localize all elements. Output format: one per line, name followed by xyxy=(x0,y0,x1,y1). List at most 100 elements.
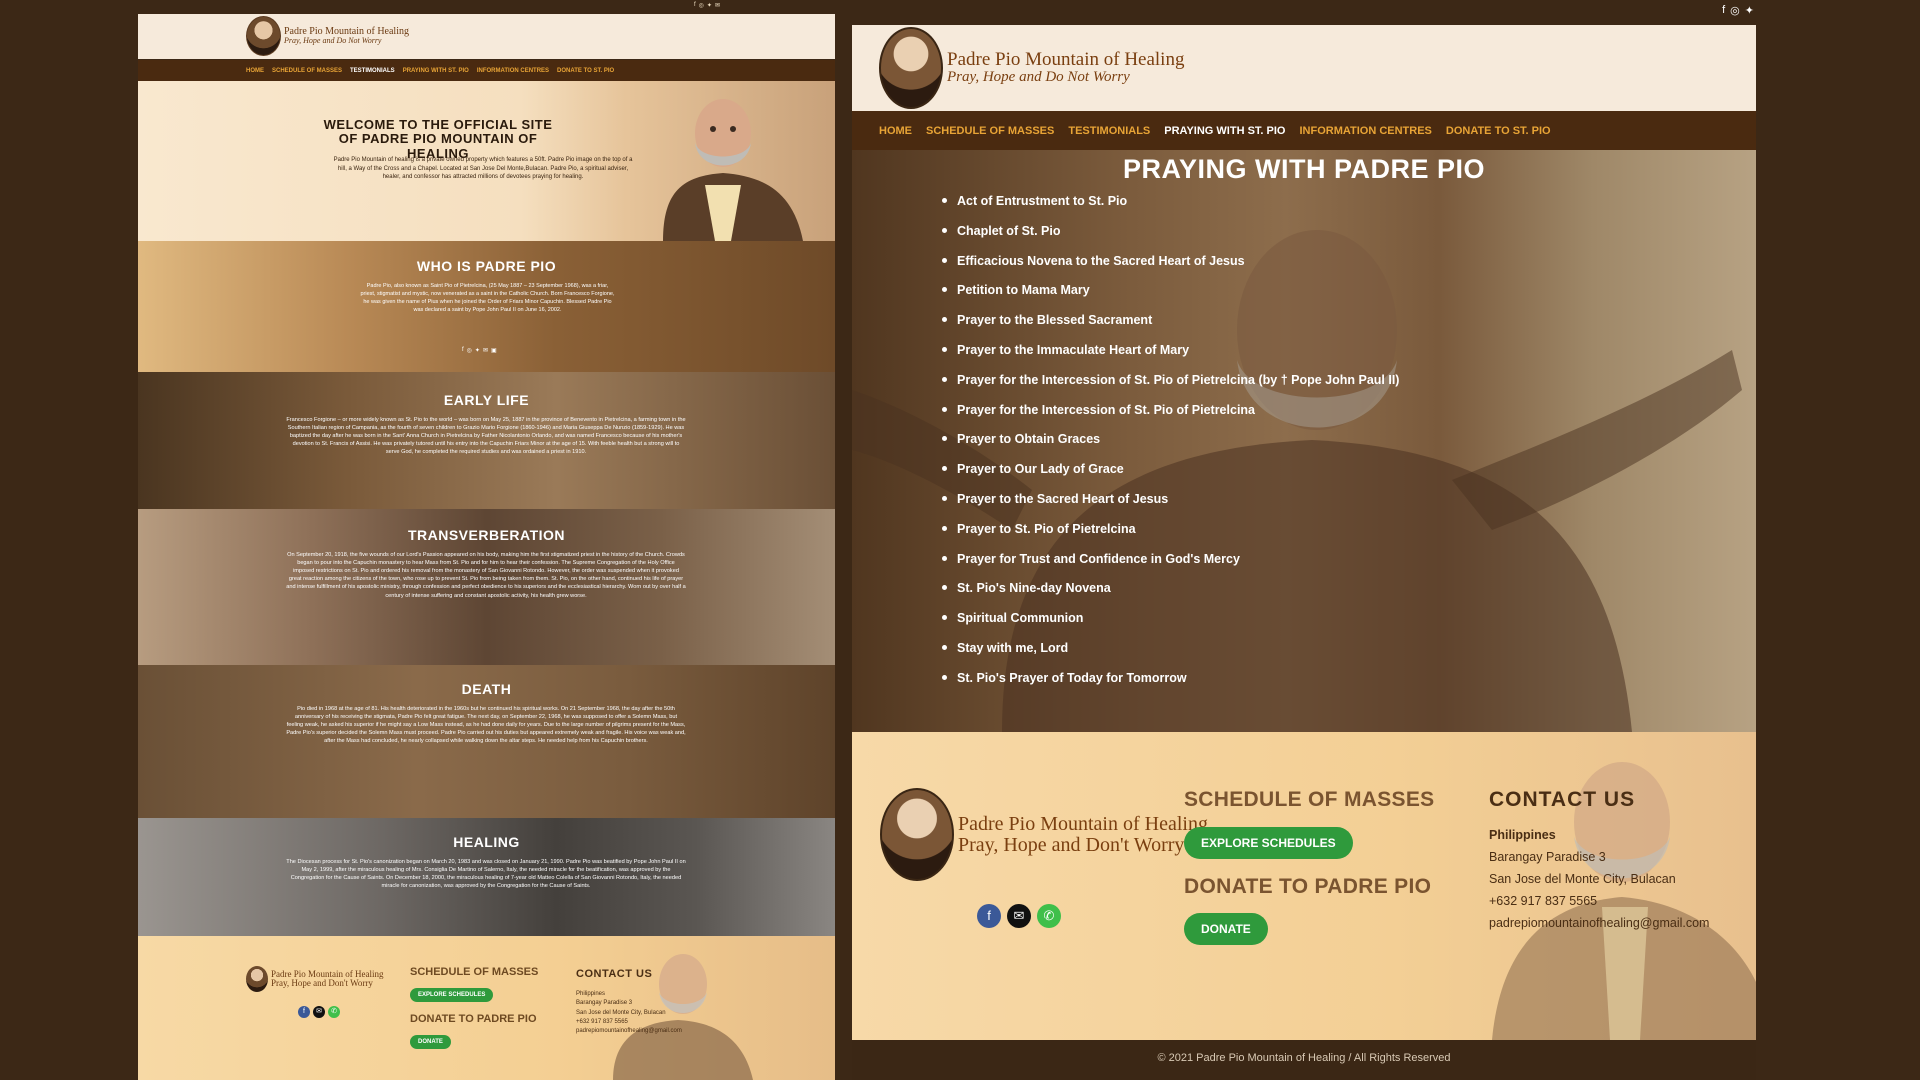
prayers-section: PRAYING WITH PADRE PIO Act of Entrustmen… xyxy=(852,150,1756,732)
who-text: Padre Pio, also known as Saint Pio of Pi… xyxy=(360,283,615,313)
footer-donate-title: DONATE TO PADRE PIO xyxy=(410,1013,537,1025)
nav-praying-with-st-pio[interactable]: PRAYING WITH ST. PIO xyxy=(1164,125,1285,137)
healing-text: The Diocesan process for St. Pio's canon… xyxy=(286,859,686,890)
phone-icon[interactable]: ✆ xyxy=(328,1006,340,1018)
footer-contact-title: CONTACT US xyxy=(1489,788,1636,811)
nav-home[interactable]: HOME xyxy=(879,125,912,137)
contact-barangay: Barangay Paradise 3 xyxy=(576,1000,633,1007)
footer-logo[interactable]: Padre Pio Mountain of Healing Pray, Hope… xyxy=(880,788,1208,881)
right-page-screenshot: f ◎ ✦ Padre Pio Mountain of Healing Pray… xyxy=(852,0,1756,1080)
contact-phone[interactable]: +632 917 837 5565 xyxy=(1489,890,1709,912)
instagram-icon[interactable]: ◎ xyxy=(467,347,472,354)
prayer-link[interactable]: Prayer for the Intercession of St. Pio o… xyxy=(942,401,1399,431)
top-social-bar: f ◎ ✦ ✉ xyxy=(694,2,720,9)
padre-pio-avatar xyxy=(880,788,954,881)
nav-testimonials[interactable]: TESTIMONIALS xyxy=(1068,125,1150,137)
early-life-text: Francesco Forgione – or more widely know… xyxy=(286,417,686,456)
nav-schedule-of-masses[interactable]: SCHEDULE OF MASSES xyxy=(272,68,342,74)
prayer-link[interactable]: Prayer to the Sacred Heart of Jesus xyxy=(942,490,1399,520)
facebook-icon[interactable]: f xyxy=(298,1006,310,1018)
contact-email[interactable]: padrepiomountainofhealing@gmail.com xyxy=(576,1027,682,1036)
facebook-icon[interactable]: f xyxy=(694,2,696,9)
contact-barangay: Barangay Paradise 3 xyxy=(1489,850,1606,864)
contact-email[interactable]: padrepiomountainofhealing@gmail.com xyxy=(1489,912,1709,934)
site-logo[interactable]: Padre Pio Mountain of Healing Pray, Hope… xyxy=(246,16,409,56)
email-icon[interactable]: ✉ xyxy=(1007,904,1031,928)
phone-icon[interactable]: ✆ xyxy=(1037,904,1061,928)
instagram-icon[interactable]: ◎ xyxy=(699,2,704,9)
prayer-link[interactable]: Stay with me, Lord xyxy=(942,639,1399,669)
twitter-icon[interactable]: ✦ xyxy=(475,347,480,354)
email-icon[interactable]: ✉ xyxy=(715,2,720,9)
who-social-links: f ◎ ✦ ✉ ▣ xyxy=(462,347,497,354)
transverberation-text: On September 20, 1918, the five wounds o… xyxy=(286,552,686,599)
nav-information-centres[interactable]: INFORMATION CENTRES xyxy=(1299,125,1431,137)
healing-title: HEALING xyxy=(453,834,520,850)
padre-pio-statue-image xyxy=(663,99,803,241)
facebook-icon[interactable]: f xyxy=(1722,4,1725,17)
death-title: DEATH xyxy=(461,681,512,697)
email-icon[interactable]: ✉ xyxy=(313,1006,325,1018)
prayer-link[interactable]: Prayer to the Blessed Sacrament xyxy=(942,311,1399,341)
site-logo[interactable]: Padre Pio Mountain of Healing Pray, Hope… xyxy=(879,27,1184,109)
facebook-icon[interactable]: f xyxy=(462,347,464,354)
footer-contact-info: Philippines Barangay Paradise 3 San Jose… xyxy=(576,990,682,1036)
nav-donate[interactable]: DONATE TO ST. PIO xyxy=(557,68,614,74)
logo-title: Padre Pio Mountain of Healing xyxy=(947,49,1185,71)
welcome-text: Padre Pio Mountain of healing is a priva… xyxy=(333,157,633,181)
explore-schedules-button[interactable]: EXPLORE SCHEDULES xyxy=(1184,827,1353,859)
footer-contact-info: Philippines Barangay Paradise 3 San Jose… xyxy=(1489,824,1709,934)
prayer-link[interactable]: Prayer to St. Pio of Pietrelcina xyxy=(942,520,1399,550)
nav-information-centres[interactable]: INFORMATION CENTRES xyxy=(477,68,549,74)
early-life-section: EARLY LIFE Francesco Forgione – or more … xyxy=(138,372,835,509)
prayer-link[interactable]: Act of Entrustment to St. Pio xyxy=(942,192,1399,222)
site-footer: Padre Pio Mountain of Healing Pray, Hope… xyxy=(138,936,835,1080)
donate-button[interactable]: DONATE xyxy=(1184,913,1268,945)
death-section: DEATH Pio died in 1968 at the age of 81.… xyxy=(138,665,835,818)
prayer-link[interactable]: Petition to Mama Mary xyxy=(942,281,1399,311)
prayer-link[interactable]: St. Pio's Prayer of Today for Tomorrow xyxy=(942,669,1399,699)
prayer-link[interactable]: Efficacious Novena to the Sacred Heart o… xyxy=(942,252,1399,282)
nav-praying-with-st-pio[interactable]: PRAYING WITH ST. PIO xyxy=(403,68,469,74)
email-icon[interactable]: ✉ xyxy=(483,347,488,354)
prayer-link[interactable]: Prayer to the Immaculate Heart of Mary xyxy=(942,341,1399,371)
welcome-section: WELCOME TO THE OFFICIAL SITE OF PADRE PI… xyxy=(138,81,835,241)
footer-schedule-title: SCHEDULE OF MASSES xyxy=(1184,788,1435,811)
explore-schedules-button[interactable]: EXPLORE SCHEDULES xyxy=(410,988,494,1002)
prayer-link[interactable]: Prayer to Our Lady of Grace xyxy=(942,460,1399,490)
who-title: WHO IS PADRE PIO xyxy=(416,258,557,274)
facebook-icon[interactable]: f xyxy=(977,904,1001,928)
site-footer: Padre Pio Mountain of Healing Pray, Hope… xyxy=(852,732,1756,1040)
twitter-icon[interactable]: ✦ xyxy=(707,2,712,9)
twitter-icon[interactable]: ✦ xyxy=(1745,4,1754,17)
contact-phone[interactable]: +632 917 837 5565 xyxy=(576,1018,682,1027)
early-life-title: EARLY LIFE xyxy=(443,392,530,408)
nav-donate[interactable]: DONATE TO ST. PIO xyxy=(1446,125,1551,137)
prayer-link[interactable]: Spiritual Communion xyxy=(942,609,1399,639)
prayer-link[interactable]: Prayer for the Intercession of St. Pio o… xyxy=(942,371,1399,401)
footer-logo[interactable]: Padre Pio Mountain of Healing Pray, Hope… xyxy=(246,966,383,992)
nav-testimonials[interactable]: TESTIMONIALS xyxy=(350,68,395,74)
prayer-list: Act of Entrustment to St. Pio Chaplet of… xyxy=(942,192,1399,699)
copyright-bar: © 2021 Padre Pio Mountain of Healing / A… xyxy=(852,1040,1756,1080)
prayer-link[interactable]: St. Pio's Nine-day Novena xyxy=(942,579,1399,609)
contact-city: San Jose del Monte City, Bulacan xyxy=(1489,872,1676,886)
linkedin-icon[interactable]: ▣ xyxy=(491,347,497,354)
prayer-link[interactable]: Chaplet of St. Pio xyxy=(942,222,1399,252)
death-text: Pio died in 1968 at the age of 81. His h… xyxy=(286,706,686,745)
transverberation-section: TRANSVERBERATION On September 20, 1918, … xyxy=(138,509,835,665)
prayer-link[interactable]: Prayer for Trust and Confidence in God's… xyxy=(942,550,1399,580)
page-title: PRAYING WITH PADRE PIO xyxy=(1122,154,1486,184)
donate-button[interactable]: DONATE xyxy=(410,1035,451,1049)
welcome-title: WELCOME TO THE OFFICIAL SITE OF PADRE PI… xyxy=(323,117,553,161)
footer-social: f ✉ ✆ xyxy=(298,1006,340,1018)
footer-schedule-title: SCHEDULE OF MASSES xyxy=(410,966,539,978)
who-is-padre-pio-section: WHO IS PADRE PIO Padre Pio, also known a… xyxy=(138,241,835,372)
nav-home[interactable]: HOME xyxy=(246,68,264,74)
instagram-icon[interactable]: ◎ xyxy=(1730,4,1740,17)
footer-social: f ✉ ✆ xyxy=(977,904,1061,928)
nav-schedule-of-masses[interactable]: SCHEDULE OF MASSES xyxy=(926,125,1054,137)
prayer-link[interactable]: Prayer to Obtain Graces xyxy=(942,430,1399,460)
footer-logo-title: Padre Pio Mountain of Healing xyxy=(958,812,1208,835)
logo-tagline: Pray, Hope and Do Not Worry xyxy=(284,36,382,45)
